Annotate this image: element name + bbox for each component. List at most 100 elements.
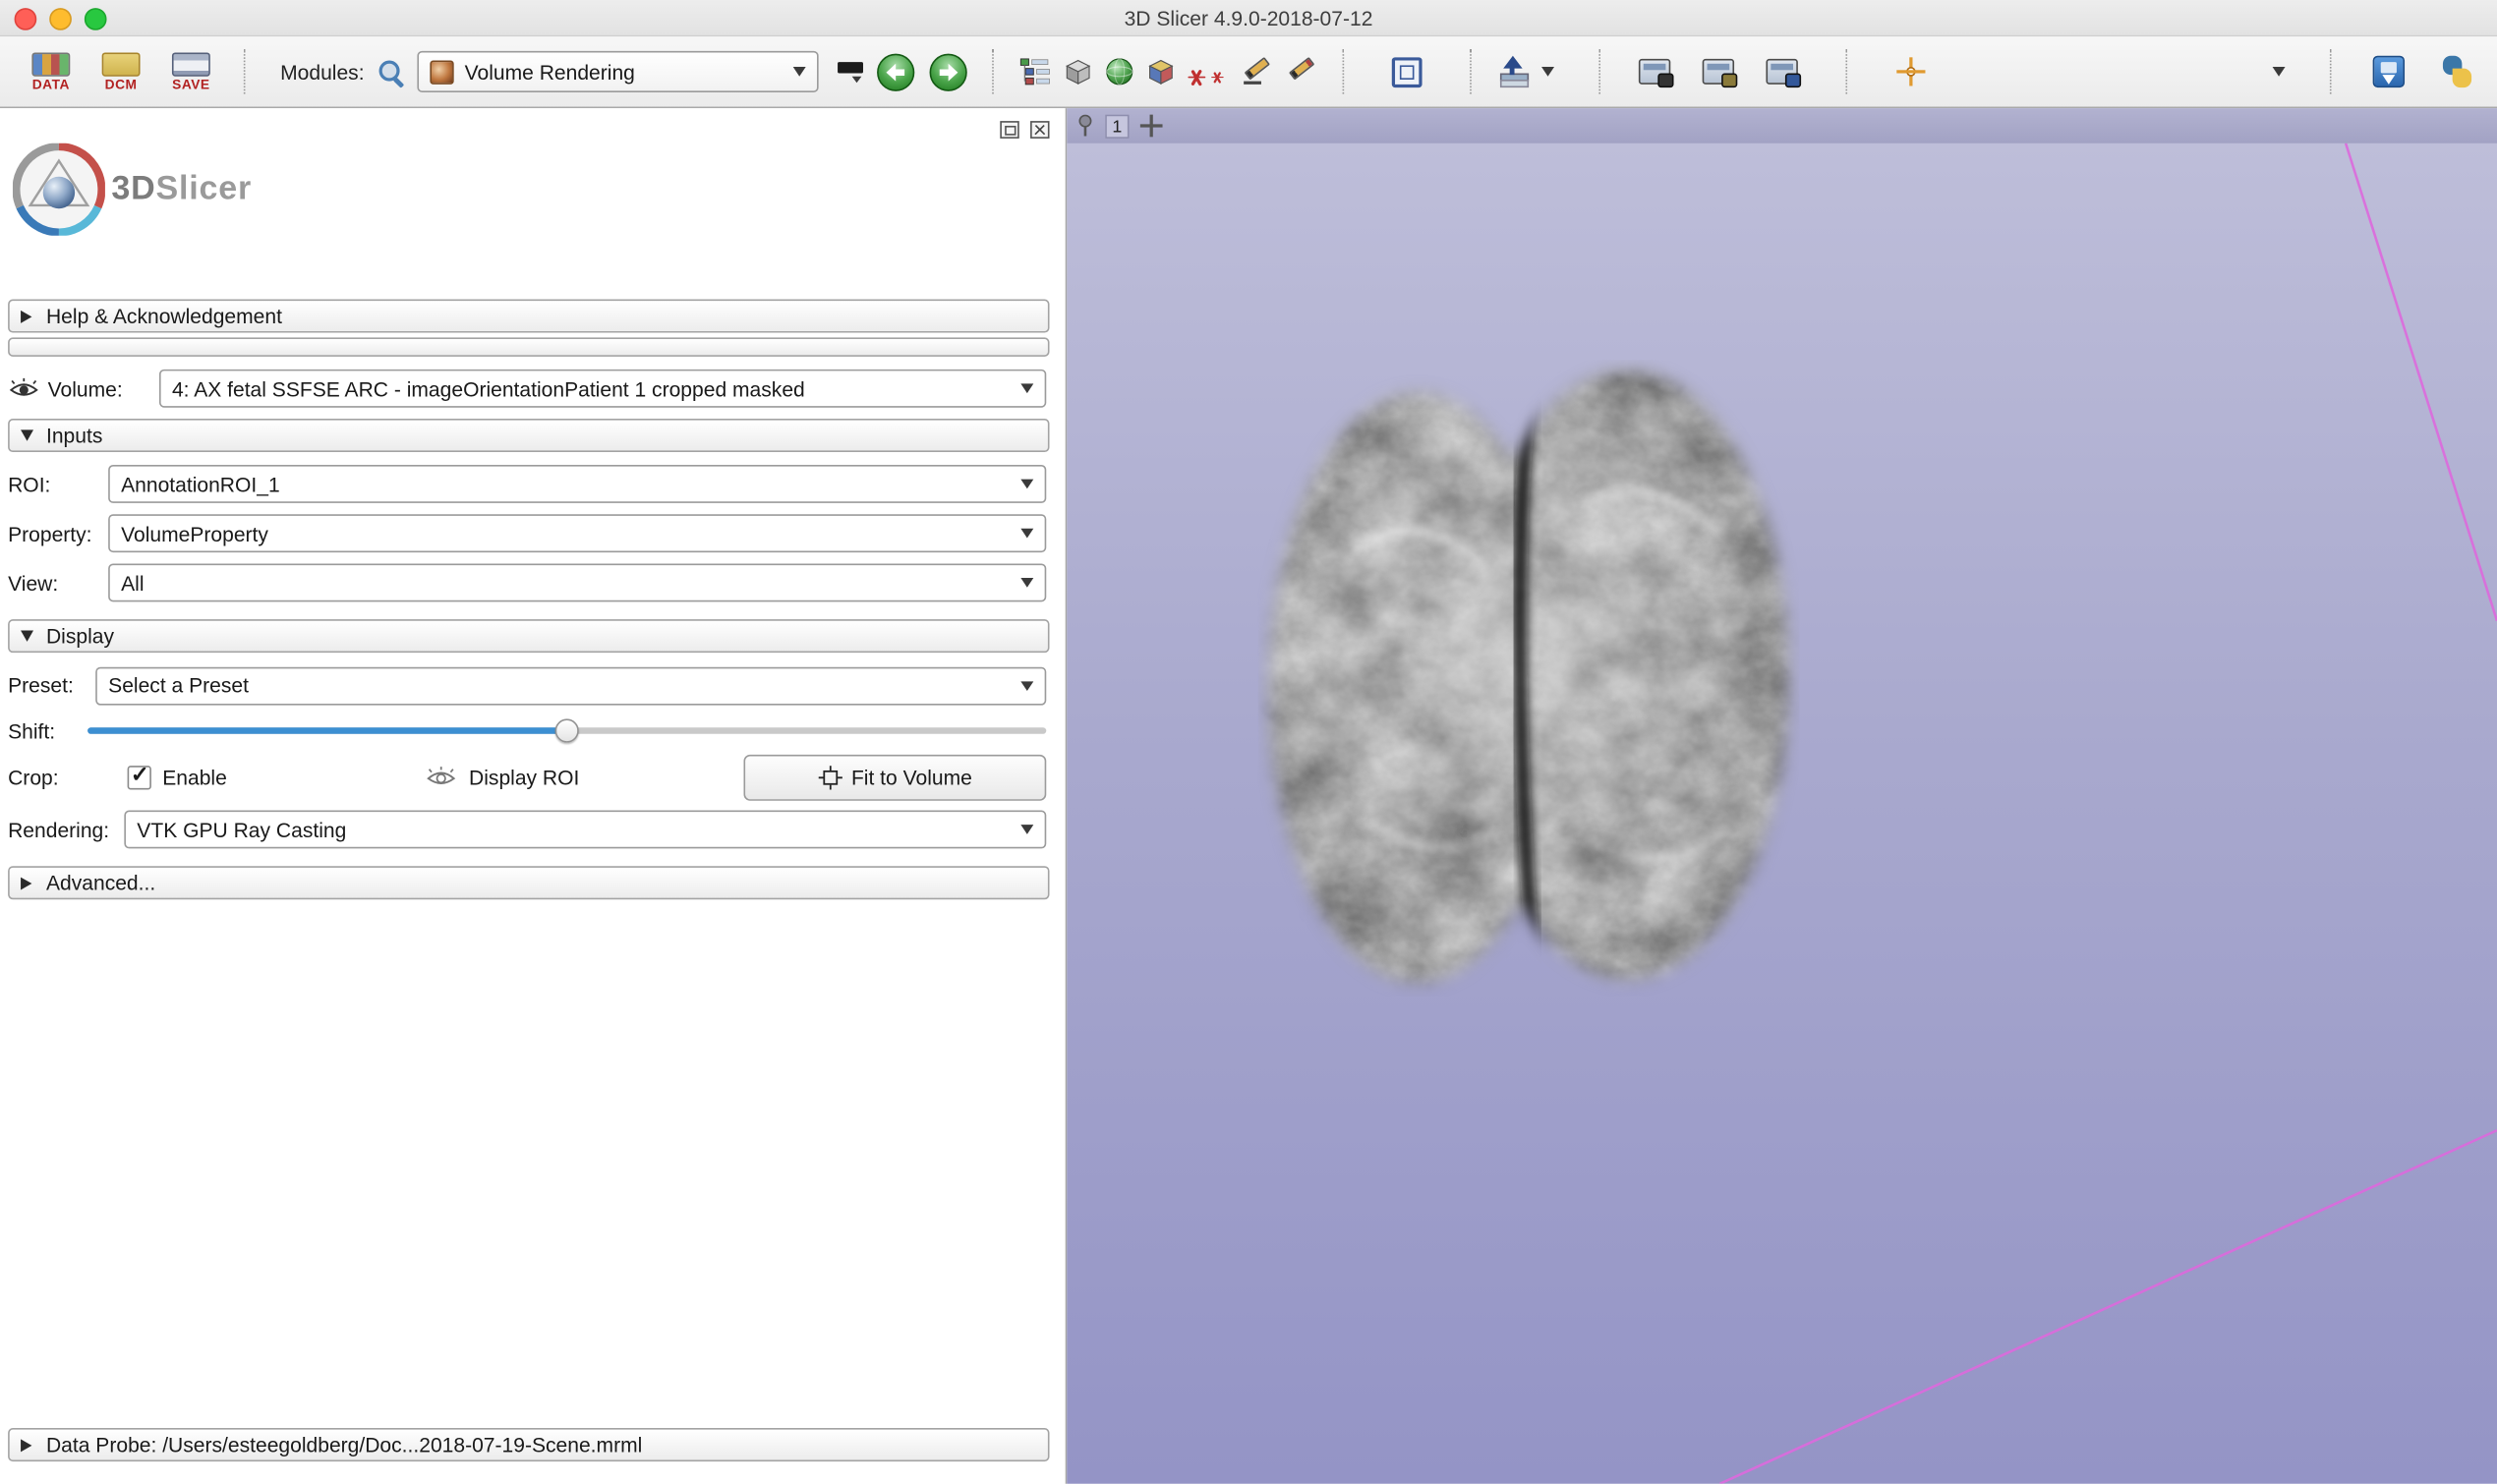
asterisk-icon xyxy=(1188,69,1205,86)
save-icon xyxy=(172,52,210,76)
help-section-bar[interactable]: Help & Acknowledgement xyxy=(8,300,1049,333)
toolbar-separator xyxy=(1470,49,1473,93)
load-data-button[interactable]: DATA xyxy=(23,52,80,91)
fit-to-volume-button[interactable]: Fit to Volume xyxy=(743,754,1046,800)
load-data-icon xyxy=(31,52,70,76)
crop-row: Crop: ✓ Enable Display ROI Fit to Volu xyxy=(8,753,1046,801)
preset-label: Preset: xyxy=(8,673,95,697)
expanded-arrow-icon xyxy=(21,630,33,641)
module-history-button[interactable] xyxy=(838,61,863,82)
shift-label: Shift: xyxy=(8,718,87,742)
property-selector[interactable]: VolumeProperty xyxy=(108,514,1046,552)
module-selector[interactable]: Volume Rendering xyxy=(417,51,818,92)
close-panel-icon[interactable] xyxy=(1030,121,1049,139)
module-panel: 3DSlicer Help & Acknowledgement Volume: … xyxy=(0,108,1067,1484)
dicom-icon xyxy=(102,52,141,76)
extension-manager-icon[interactable] xyxy=(2373,56,2405,87)
models-sphere-icon[interactable] xyxy=(1105,57,1133,86)
volume-selector-value: 4: AX fetal SSFSE ARC - imageOrientation… xyxy=(172,376,805,400)
crop-enable-label: Enable xyxy=(162,765,227,788)
restore-scene-view-icon[interactable] xyxy=(1766,59,1797,85)
volume-cube-icon[interactable] xyxy=(1064,57,1092,86)
display-section-bar[interactable]: Display xyxy=(8,619,1049,653)
chevron-down-icon xyxy=(1020,529,1033,539)
view-row: View: All xyxy=(8,563,1046,601)
scene-view-add-icon[interactable] xyxy=(1496,56,1528,87)
display-roi-eye-icon[interactable] xyxy=(426,766,457,788)
slicer-logo-text: 3DSlicer xyxy=(111,170,252,208)
close-window-button[interactable] xyxy=(15,8,37,30)
toolbar-separator xyxy=(1598,49,1601,93)
volume-rendering-module-icon xyxy=(430,60,453,84)
module-forward-button[interactable] xyxy=(928,52,967,91)
eye-icon[interactable] xyxy=(8,377,39,400)
collapsed-arrow-icon xyxy=(21,877,31,889)
volume-selector[interactable]: 4: AX fetal SSFSE ARC - imageOrientation… xyxy=(159,370,1046,408)
pin-icon[interactable] xyxy=(1076,114,1094,138)
python-console-icon[interactable] xyxy=(2440,54,2475,89)
view-selector[interactable]: All xyxy=(108,563,1046,601)
view-label-badge: 1 xyxy=(1105,114,1129,138)
volume-label: Volume: xyxy=(48,376,159,400)
collapsed-section-bar[interactable] xyxy=(8,337,1049,356)
modules-label: Modules: xyxy=(280,60,364,84)
fiducial-markup-icon[interactable] xyxy=(1188,57,1229,86)
volume-row: Volume: 4: AX fetal SSFSE ARC - imageOri… xyxy=(8,370,1046,408)
ruler-annotation-icon[interactable] xyxy=(1242,57,1273,86)
roi-selector[interactable]: AnnotationROI_1 xyxy=(108,465,1046,503)
slicer-window: 3D Slicer 4.9.0-2018-07-12 DATA DCM SAVE… xyxy=(0,0,2497,1484)
view-label: View: xyxy=(8,571,108,595)
property-selector-value: VolumeProperty xyxy=(121,522,268,545)
minimize-window-button[interactable] xyxy=(49,8,72,30)
preset-selector-value: Select a Preset xyxy=(108,673,249,697)
crop-enable-checkbox[interactable]: ✓ xyxy=(128,765,151,788)
preset-row: Preset: Select a Preset xyxy=(8,665,1046,705)
chevron-down-icon xyxy=(2273,67,2286,77)
rendering-row: Rendering: VTK GPU Ray Casting xyxy=(8,811,1046,849)
expanded-arrow-icon xyxy=(21,429,33,440)
crosshair-icon[interactable] xyxy=(1894,56,1926,87)
pencil-annotation-icon[interactable] xyxy=(1286,57,1317,86)
module-search-icon[interactable] xyxy=(377,58,405,86)
transforms-cube-icon[interactable] xyxy=(1146,57,1175,86)
scene-views-icon[interactable] xyxy=(1702,59,1733,85)
fullscreen-window-button[interactable] xyxy=(85,8,107,30)
undock-panel-icon[interactable] xyxy=(1000,121,1018,139)
chevron-down-icon xyxy=(1020,480,1033,489)
view-move-icon[interactable] xyxy=(1140,115,1163,138)
toolbar-separator xyxy=(2330,49,2333,93)
screenshot-icon[interactable] xyxy=(1391,57,1422,87)
save-button[interactable]: SAVE xyxy=(162,52,219,91)
fit-icon xyxy=(818,765,842,788)
load-data-label: DATA xyxy=(32,78,70,92)
panel-corner-icons xyxy=(1000,121,1049,139)
advanced-section-bar[interactable]: Advanced... xyxy=(8,866,1049,899)
module-history-icon xyxy=(838,61,863,72)
toolbar-separator xyxy=(244,49,247,93)
shift-slider-handle[interactable] xyxy=(555,718,579,742)
rendering-label: Rendering: xyxy=(8,818,124,841)
module-tree-icon[interactable] xyxy=(1018,57,1050,86)
capture-view-icon[interactable] xyxy=(1638,59,1669,85)
shift-slider[interactable] xyxy=(87,727,1046,733)
asterisk-icon xyxy=(1211,71,1223,83)
collapsed-arrow-icon xyxy=(21,310,31,322)
preset-selector[interactable]: Select a Preset xyxy=(95,666,1046,705)
help-section-label: Help & Acknowledgement xyxy=(46,304,282,327)
chevron-down-icon xyxy=(851,76,861,82)
display-roi-label: Display ROI xyxy=(469,765,579,788)
advanced-section-label: Advanced... xyxy=(46,871,155,894)
rendering-selector[interactable]: VTK GPU Ray Casting xyxy=(124,811,1046,849)
module-back-button[interactable] xyxy=(876,52,915,91)
window-title: 3D Slicer 4.9.0-2018-07-12 xyxy=(1125,6,1373,29)
shift-slider-fill xyxy=(87,727,567,733)
roi-bounds-overlay xyxy=(1067,108,2497,1484)
property-label: Property: xyxy=(8,522,108,545)
data-probe-label: Data Probe: /Users/esteegoldberg/Doc...2… xyxy=(46,1433,642,1456)
fit-to-volume-label: Fit to Volume xyxy=(851,765,972,788)
dicom-button[interactable]: DCM xyxy=(92,52,149,91)
inputs-section-bar[interactable]: Inputs xyxy=(8,419,1049,452)
save-label: SAVE xyxy=(172,78,209,92)
3d-viewport[interactable]: 1 xyxy=(1067,108,2497,1484)
data-probe-bar[interactable]: Data Probe: /Users/esteegoldberg/Doc...2… xyxy=(8,1428,1049,1461)
